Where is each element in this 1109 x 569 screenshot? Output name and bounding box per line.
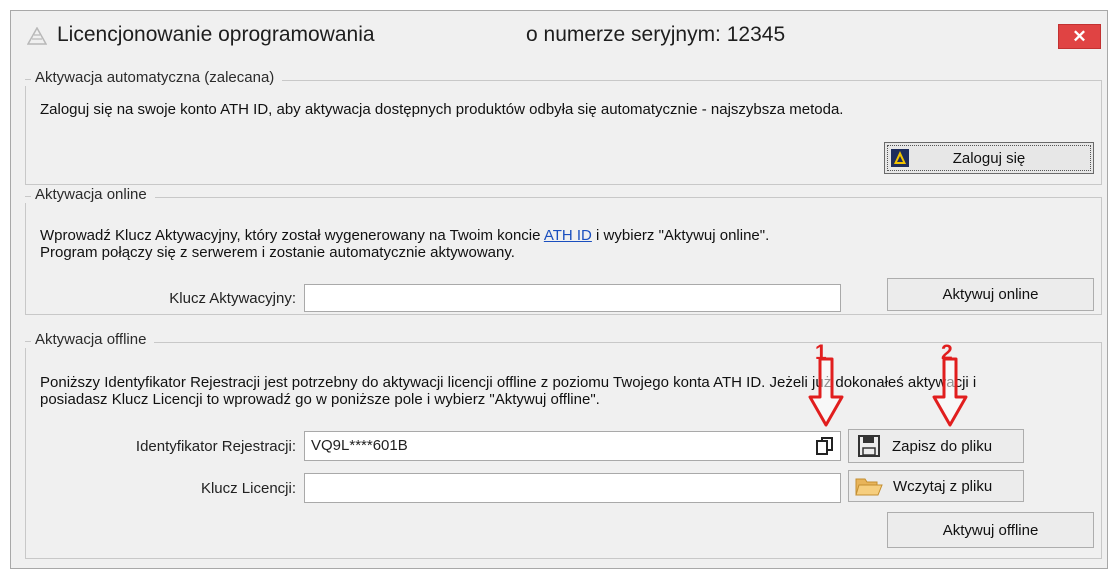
load-from-file-button[interactable]: Wczytaj z pliku	[848, 470, 1024, 502]
activation-key-label: Klucz Aktywacyjny:	[169, 290, 296, 307]
folder-icon	[855, 478, 883, 496]
license-key-input[interactable]	[304, 473, 841, 503]
save-to-file-label: Zapisz do pliku	[892, 437, 993, 455]
group-auto-activation: Aktywacja automatyczna (zalecana) Zalogu…	[25, 69, 1102, 185]
license-key-label: Klucz Licencji:	[200, 480, 296, 497]
group-title-offline: Aktywacja offline	[25, 331, 155, 348]
online-description-line1: Wprowadź Klucz Aktywacyjny, który został…	[40, 227, 769, 244]
activate-online-button[interactable]: Aktywuj online	[887, 278, 1094, 311]
floppy-disk-icon	[858, 435, 880, 457]
copy-icon	[816, 437, 833, 455]
registration-id-field[interactable]: VQ9L****601B	[304, 431, 841, 461]
annotation-arrow-1-icon	[808, 357, 844, 427]
group-title-online: Aktywacja online	[25, 186, 155, 203]
ath-id-link[interactable]: ATH ID	[544, 227, 592, 244]
group-offline-activation: Aktywacja offline Poniższy Identyfikator…	[25, 331, 1102, 559]
app-logo-icon	[27, 27, 47, 45]
window-title: Licencjonowanie oprogramowania	[57, 23, 375, 46]
group-title-auto: Aktywacja automatyczna (zalecana)	[25, 69, 283, 86]
close-icon: ✕	[1072, 27, 1087, 46]
auto-description: Zaloguj się na swoje konto ATH ID, aby a…	[40, 101, 844, 118]
login-button-label: Zaloguj się	[952, 149, 1026, 167]
online-desc-text1: Wprowadź Klucz Aktywacyjny, który został…	[40, 227, 544, 244]
login-button[interactable]: Zaloguj się	[884, 142, 1094, 174]
load-from-file-label: Wczytaj z pliku	[893, 477, 993, 495]
serial-number-text: o numerze seryjnym: 12345	[526, 23, 786, 46]
ath-logo-icon	[891, 149, 909, 167]
activate-offline-button[interactable]: Aktywuj offline	[887, 512, 1094, 548]
activation-key-input[interactable]	[304, 284, 841, 312]
save-to-file-button[interactable]: Zapisz do pliku	[848, 429, 1024, 463]
registration-id-label: Identyfikator Rejestracji:	[135, 438, 296, 455]
copy-button[interactable]	[810, 432, 840, 460]
title-bar[interactable]: Licencjonowanie oprogramowania o numerze…	[11, 11, 1107, 61]
license-dialog: Licencjonowanie oprogramowania o numerze…	[10, 10, 1108, 569]
group-online-activation: Aktywacja online Wprowadź Klucz Aktywacy…	[25, 186, 1102, 315]
online-description-line2: Program połączy się z serwerem i zostani…	[40, 244, 515, 261]
annotation-arrow-2-icon	[932, 357, 968, 427]
online-desc-text2: i wybierz "Aktywuj online".	[591, 227, 770, 244]
close-button[interactable]: ✕	[1058, 24, 1101, 49]
offline-description-line2: posiadasz Klucz Licencji to wprowadź go …	[40, 391, 600, 408]
